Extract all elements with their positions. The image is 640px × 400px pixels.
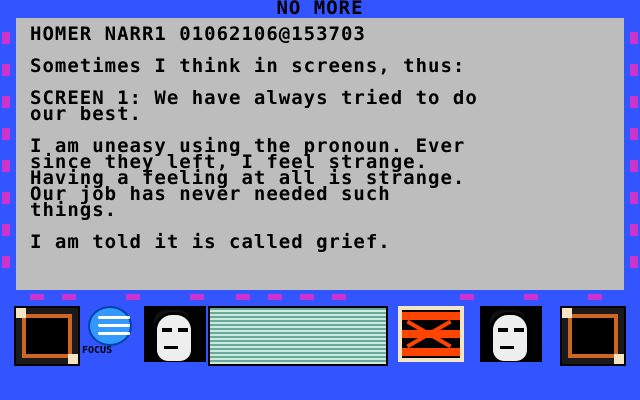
divider-tick — [30, 294, 44, 300]
border-pip — [2, 256, 10, 268]
border-pip — [2, 224, 10, 236]
divider-tick — [236, 294, 250, 300]
divider-tick — [126, 294, 140, 300]
frame-border — [562, 308, 624, 364]
border-pip — [630, 64, 638, 76]
border-pip — [2, 160, 10, 172]
document-paragraph: Sometimes I think in screens, thus: — [30, 55, 466, 77]
picture-frame-icon[interactable] — [560, 306, 626, 366]
border-pip — [630, 96, 638, 108]
border-pip — [630, 32, 638, 44]
divider-tick — [460, 294, 474, 300]
border-pip — [630, 160, 638, 172]
document-header: HOMER NARR1 01062106@153703 — [30, 23, 366, 45]
border-pip — [630, 224, 638, 236]
robot-face-icon[interactable] — [480, 306, 542, 362]
border-pip — [630, 192, 638, 204]
right-border-strip — [624, 18, 640, 318]
face-eye — [498, 328, 508, 332]
picture-frame-icon[interactable] — [14, 306, 80, 366]
face-eye — [178, 328, 188, 332]
left-border-strip — [0, 18, 16, 318]
screen-title: NO MORE — [276, 0, 364, 19]
divider-tick — [268, 294, 282, 300]
face-head — [490, 312, 530, 362]
globe-band — [98, 332, 130, 335]
document-paragraph: I am told it is called grief. — [30, 231, 391, 253]
document-text: HOMER NARR1 01062106@153703 Sometimes I … — [30, 23, 620, 266]
border-pip — [2, 64, 10, 76]
document-paragraph: I am uneasy using the pronoun. Ever sinc… — [30, 135, 466, 221]
face-mouth — [164, 346, 178, 349]
face-head — [154, 312, 194, 362]
document-paragraph: SCREEN 1: We have always tried to do our… — [30, 87, 478, 125]
border-pip — [630, 256, 638, 268]
red-panel-border — [398, 306, 464, 362]
border-pip — [630, 128, 638, 140]
globe-icon[interactable] — [84, 306, 132, 350]
face-mouth — [500, 346, 514, 349]
hud-divider — [0, 290, 640, 304]
face-eye — [162, 328, 172, 332]
red-x-panel-icon[interactable] — [398, 306, 464, 362]
globe-band — [98, 316, 130, 319]
robot-face-icon[interactable] — [144, 306, 206, 362]
globe-band — [98, 324, 130, 327]
frame-border — [16, 308, 78, 364]
border-pip — [2, 192, 10, 204]
document-panel: HOMER NARR1 01062106@153703 Sometimes I … — [16, 18, 624, 290]
globe-ball — [88, 306, 132, 346]
face-eye — [514, 328, 524, 332]
bottom-hud: FOCUS — [0, 290, 640, 400]
divider-tick — [300, 294, 314, 300]
divider-tick — [62, 294, 76, 300]
border-pip — [2, 96, 10, 108]
divider-tick — [524, 294, 538, 300]
grate-screen-icon[interactable] — [208, 306, 388, 366]
border-pip — [2, 32, 10, 44]
focus-label: FOCUS — [82, 345, 113, 356]
divider-tick — [332, 294, 346, 300]
divider-tick — [190, 294, 204, 300]
border-pip — [2, 128, 10, 140]
divider-tick — [588, 294, 602, 300]
